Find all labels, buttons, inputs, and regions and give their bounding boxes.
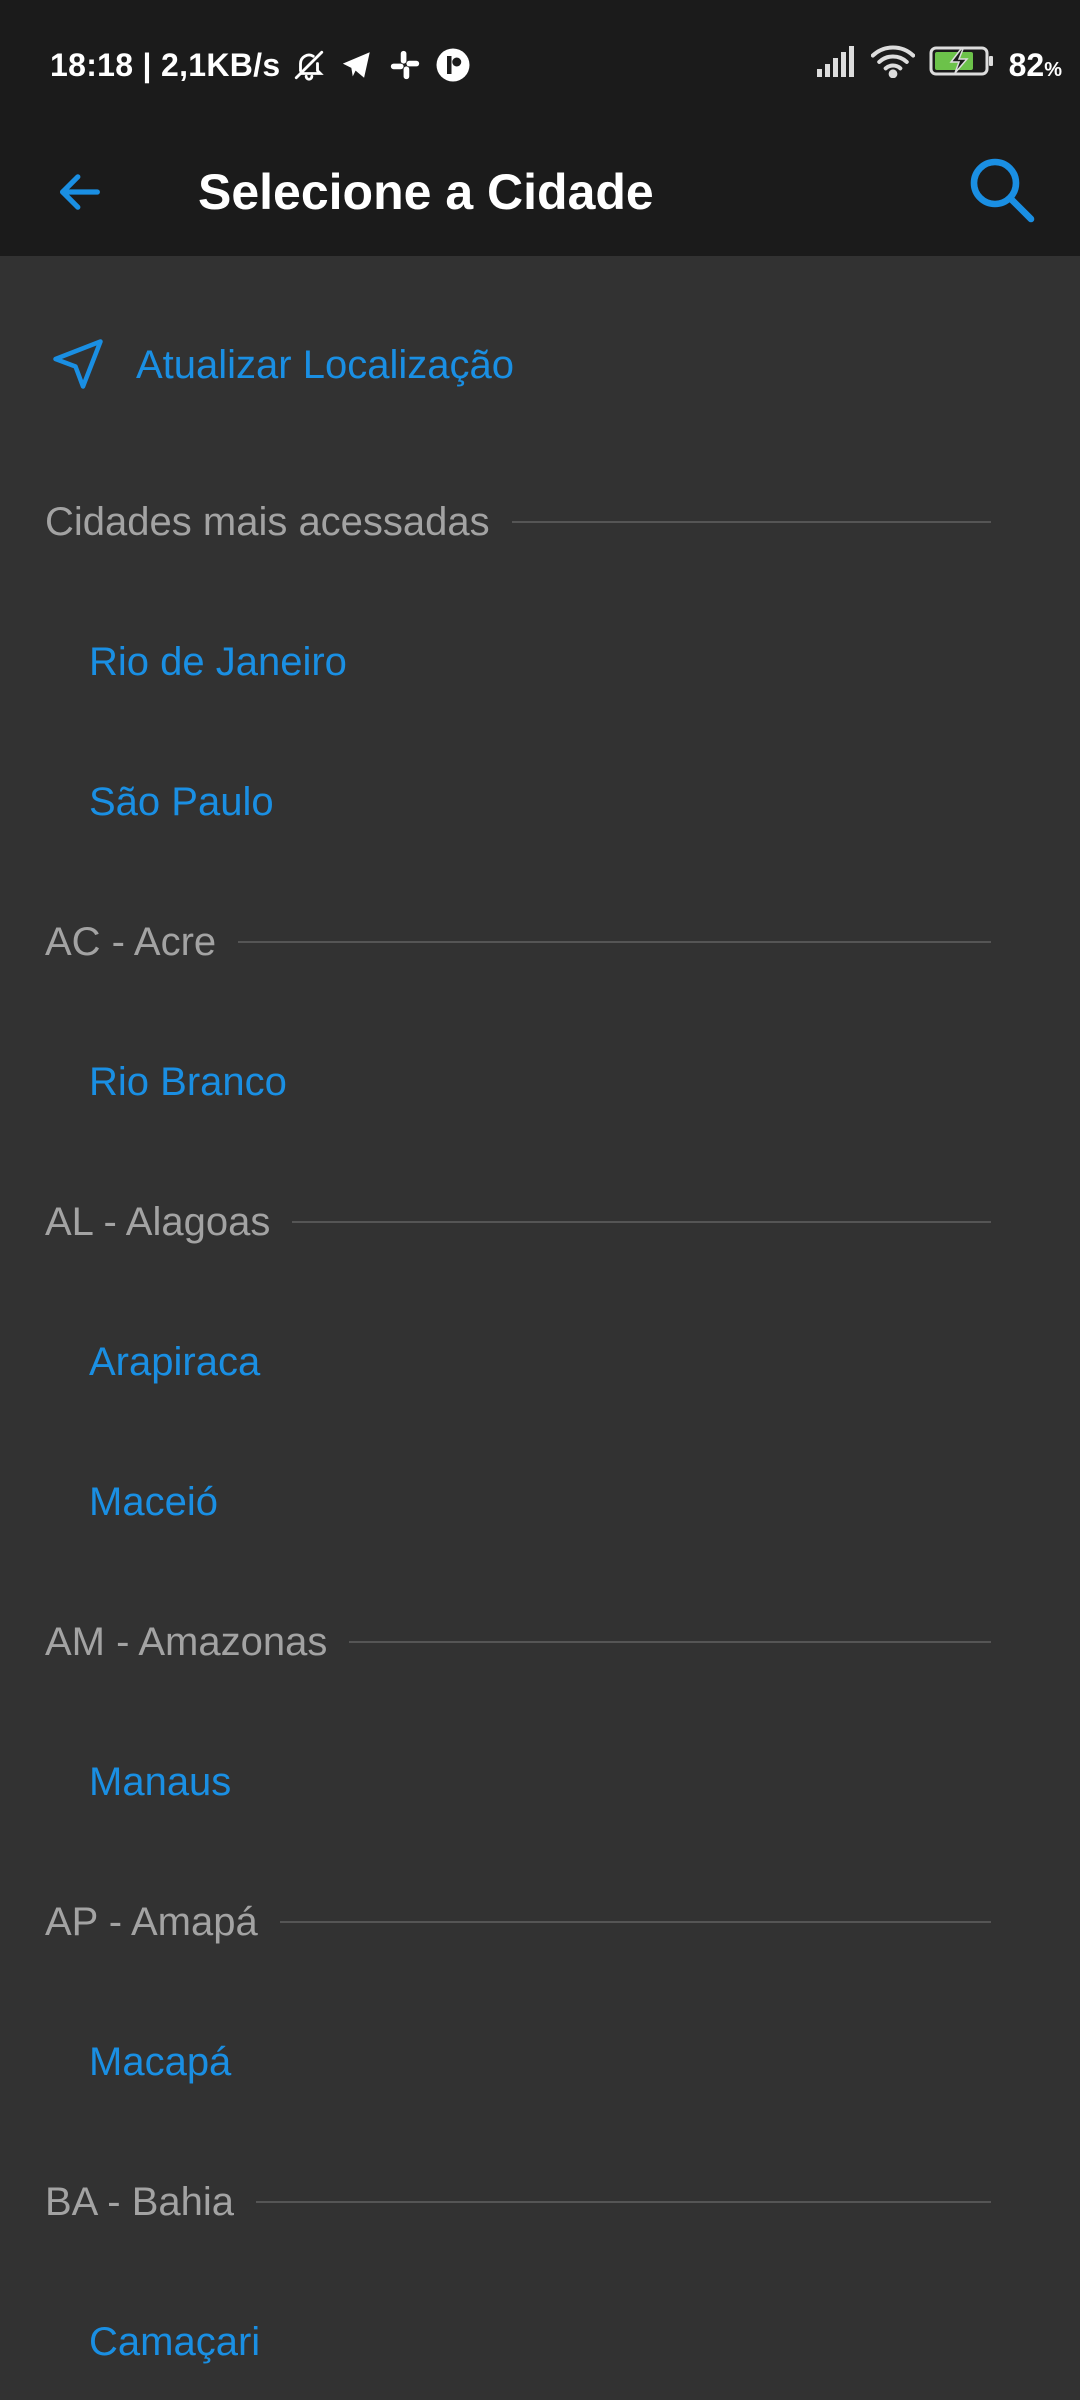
section-header: Cidades mais acessadas <box>45 492 991 552</box>
back-button[interactable] <box>40 152 120 232</box>
city-item[interactable]: Rio de Janeiro <box>89 632 347 692</box>
section-header: AL - Alagoas <box>45 1192 991 1252</box>
battery-percentage: 82% <box>1009 47 1062 84</box>
section-divider <box>292 1221 991 1223</box>
page-title: Selecione a Cidade <box>198 164 654 220</box>
section-divider <box>349 1641 991 1643</box>
status-left: 18:18 | 2,1KB/s <box>50 42 472 88</box>
city-item[interactable]: Macapá <box>89 2032 231 2092</box>
city-item[interactable]: Camaçari <box>89 2312 260 2372</box>
section-title: Cidades mais acessadas <box>45 500 490 544</box>
city-item[interactable]: Rio Branco <box>89 1052 287 1112</box>
section-title: AM - Amazonas <box>45 1620 328 1664</box>
section-header: AM - Amazonas <box>45 1612 991 1672</box>
search-button[interactable] <box>956 144 1046 234</box>
section-divider <box>279 1921 991 1923</box>
section-title: AL - Alagoas <box>45 1200 271 1244</box>
battery-charging-icon <box>929 45 995 85</box>
section-divider <box>238 941 991 943</box>
section-header: AC - Acre <box>45 912 991 972</box>
section-divider <box>511 521 991 523</box>
status-time-speed: 18:18 | 2,1KB/s <box>50 46 281 83</box>
navigation-arrow-icon <box>53 339 103 389</box>
update-location-button[interactable]: Atualizar Localização <box>0 320 1080 420</box>
search-icon <box>970 158 1035 223</box>
section-title: AP - Amapá <box>45 1900 258 1944</box>
update-location-label: Atualizar Localização <box>136 343 514 387</box>
bell-off-icon <box>290 46 328 84</box>
wifi-icon <box>870 44 915 86</box>
section-divider <box>256 2201 991 2203</box>
signal-icon <box>815 45 857 85</box>
city-item[interactable]: São Paulo <box>89 772 274 832</box>
status-right: 82% <box>815 42 1062 88</box>
section-title: BA - Bahia <box>45 2180 235 2224</box>
app-bar: Selecione a Cidade <box>0 128 1080 256</box>
app-icon <box>434 46 472 84</box>
slack-icon <box>386 46 424 84</box>
telegram-icon <box>338 46 376 84</box>
battery-percent-unit: % <box>1044 58 1062 81</box>
section-title: AC - Acre <box>45 920 217 964</box>
city-item[interactable]: Maceió <box>89 1472 218 1532</box>
arrow-left-icon <box>60 174 100 210</box>
city-item[interactable]: Arapiraca <box>89 1332 260 1392</box>
section-header: AP - Amapá <box>45 1892 991 1952</box>
status-bar: 18:18 | 2,1KB/s 82% <box>0 0 1080 128</box>
section-header: BA - Bahia <box>45 2172 991 2232</box>
battery-percent-value: 82 <box>1008 46 1045 83</box>
city-item[interactable]: Manaus <box>89 1752 231 1812</box>
